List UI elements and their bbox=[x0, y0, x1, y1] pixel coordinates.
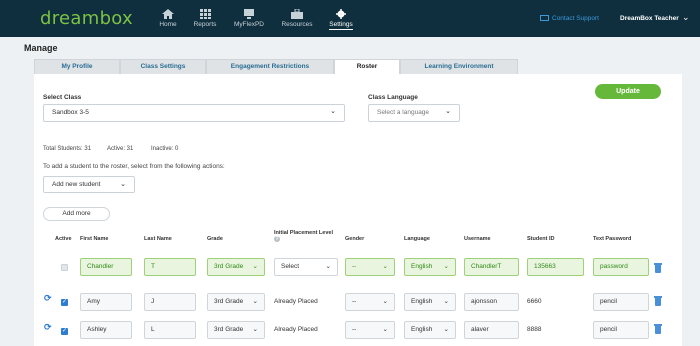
grade-select[interactable]: 3rd Grade ⌄ bbox=[207, 258, 265, 276]
nav-resources[interactable]: Resources bbox=[279, 9, 315, 28]
total-students: Total Students: 31 bbox=[43, 146, 92, 152]
tab-roster[interactable]: Roster bbox=[334, 59, 400, 75]
monitor-icon bbox=[244, 9, 254, 19]
last-name-field[interactable]: J bbox=[144, 293, 196, 311]
language-select[interactable]: English ⌄ bbox=[404, 293, 456, 311]
gear-icon bbox=[336, 9, 346, 19]
username-field[interactable]: ChandlerT bbox=[464, 258, 519, 276]
col-language: Language bbox=[404, 236, 430, 242]
col-student-id: Student ID bbox=[527, 236, 555, 242]
nav-reports[interactable]: Reports bbox=[190, 9, 220, 28]
chevron-down-icon: ⌄ bbox=[382, 298, 388, 305]
active-checkbox[interactable] bbox=[61, 264, 68, 271]
envelope-icon bbox=[540, 15, 549, 21]
last-name-field[interactable]: T bbox=[144, 258, 196, 276]
username-field[interactable]: alaver bbox=[464, 321, 519, 339]
trash-icon[interactable] bbox=[654, 324, 662, 334]
chevron-down-icon: ⌄ bbox=[443, 263, 449, 270]
trash-icon[interactable] bbox=[654, 263, 662, 273]
placement-text: Already Placed bbox=[274, 298, 318, 305]
col-text-password: Text Password bbox=[593, 236, 632, 242]
first-name-field[interactable]: Ashley bbox=[80, 321, 132, 339]
chevron-down-icon: ⌄ bbox=[445, 108, 451, 116]
sync-icon[interactable]: ⟳ bbox=[44, 322, 52, 333]
home-icon bbox=[162, 9, 174, 19]
password-field[interactable]: password bbox=[593, 258, 649, 276]
select-class-dropdown[interactable]: Sandbox 3-5 ⌄ bbox=[43, 104, 345, 122]
student-id-text: 6660 bbox=[527, 298, 542, 305]
grade-select[interactable]: 3rd Grade ⌄ bbox=[207, 293, 265, 311]
chevron-down-icon: ⌄ bbox=[443, 326, 449, 333]
chevron-down-icon: ⌄ bbox=[120, 180, 126, 188]
last-name-field[interactable]: L bbox=[144, 321, 196, 339]
select-class-label: Select Class bbox=[43, 94, 82, 101]
nav-myflexpd[interactable]: MyFlexPD bbox=[231, 9, 267, 28]
tab-class-settings[interactable]: Class Settings bbox=[120, 59, 206, 74]
chevron-down-icon: ⌄ bbox=[443, 298, 449, 305]
chevron-down-icon: ⌄ bbox=[252, 298, 258, 305]
placement-text: Already Placed bbox=[274, 326, 318, 333]
nav-settings[interactable]: Settings bbox=[326, 9, 356, 30]
password-field[interactable]: pencil bbox=[593, 293, 649, 311]
trash-icon[interactable] bbox=[654, 296, 662, 306]
top-navbar: dreambox Home Reports MyFlexPD Resources… bbox=[0, 0, 700, 37]
add-more-button[interactable]: Add more bbox=[43, 207, 110, 221]
chevron-down-icon: ⌄ bbox=[330, 108, 336, 116]
sync-icon[interactable]: ⟳ bbox=[44, 293, 52, 304]
user-menu[interactable]: DreamBox Teacher bbox=[620, 15, 679, 22]
first-name-field[interactable]: Amy bbox=[80, 293, 132, 311]
briefcase-icon bbox=[291, 9, 303, 19]
gender-select[interactable]: -- ⌄ bbox=[345, 258, 395, 276]
update-button[interactable]: Update bbox=[595, 84, 661, 99]
language-select[interactable]: English ⌄ bbox=[404, 321, 456, 339]
page-title: Manage bbox=[24, 43, 58, 53]
contact-support-link[interactable]: Contact Support bbox=[540, 15, 599, 22]
class-language-dropdown[interactable]: Select a language ⌄ bbox=[368, 104, 460, 122]
inactive-count: Inactive: 0 bbox=[151, 146, 179, 152]
chevron-down-icon: ⌄ bbox=[382, 326, 388, 333]
grid-icon bbox=[200, 9, 211, 19]
chevron-down-icon: ⌄ bbox=[382, 263, 388, 270]
language-select[interactable]: English ⌄ bbox=[404, 258, 456, 276]
placement-select[interactable]: Select ⌄ bbox=[274, 258, 338, 276]
password-field[interactable]: pencil bbox=[593, 321, 649, 339]
action-dropdown[interactable]: Add new student ⌄ bbox=[43, 176, 135, 193]
col-username: Username bbox=[464, 236, 491, 242]
chevron-down-icon[interactable]: ⌄ bbox=[682, 12, 690, 23]
col-gender: Gender bbox=[345, 236, 365, 242]
tab-my-profile[interactable]: My Profile bbox=[34, 59, 120, 74]
col-initial-placement: Initial Placement Level ? bbox=[274, 230, 333, 242]
gender-select[interactable]: -- ⌄ bbox=[345, 293, 395, 311]
active-checkbox[interactable] bbox=[61, 327, 68, 335]
grade-select[interactable]: 3rd Grade ⌄ bbox=[207, 321, 265, 339]
dreambox-logo[interactable]: dreambox bbox=[40, 8, 133, 29]
col-last-name: Last Name bbox=[144, 236, 172, 242]
instructions-text: To add a student to the roster, select f… bbox=[43, 163, 225, 170]
col-first-name: First Name bbox=[80, 236, 109, 242]
chevron-down-icon: ⌄ bbox=[252, 326, 258, 333]
chevron-down-icon: ⌄ bbox=[325, 263, 331, 270]
active-checkbox[interactable] bbox=[61, 298, 68, 306]
col-grade: Grade bbox=[207, 236, 223, 242]
active-count: Active: 31 bbox=[107, 146, 134, 152]
username-field[interactable]: ajonsson bbox=[464, 293, 519, 311]
student-id-text: 8888 bbox=[527, 326, 542, 333]
info-icon[interactable]: ? bbox=[274, 236, 280, 242]
tab-engagement-restrictions[interactable]: Engagement Restrictions bbox=[206, 59, 334, 74]
student-id-field[interactable]: 135663 bbox=[527, 258, 584, 276]
chevron-down-icon: ⌄ bbox=[252, 263, 258, 270]
class-language-label: Class Language bbox=[368, 94, 418, 101]
nav-home[interactable]: Home bbox=[157, 9, 179, 28]
first-name-field[interactable]: Chandler bbox=[80, 258, 132, 276]
gender-select[interactable]: -- ⌄ bbox=[345, 321, 395, 339]
col-active: Active bbox=[55, 236, 72, 242]
tab-learning-environment[interactable]: Learning Environment bbox=[400, 59, 518, 74]
